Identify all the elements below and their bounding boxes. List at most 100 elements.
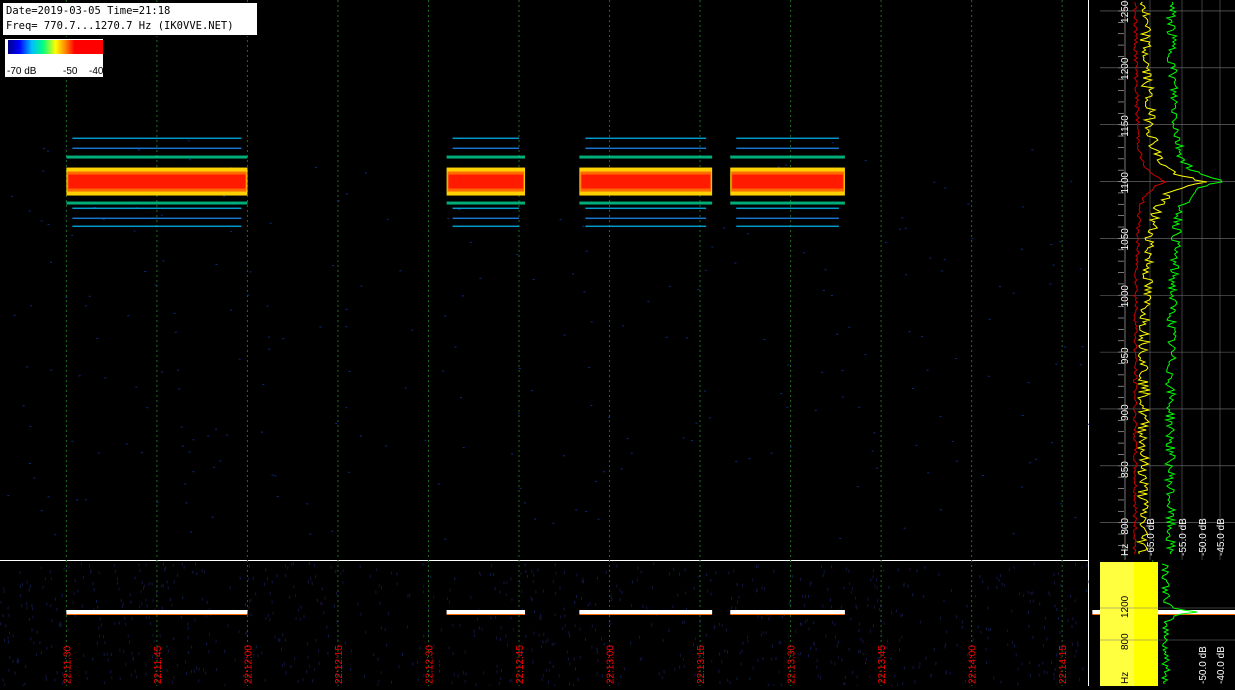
sideband [736,138,839,140]
noise-dot [1056,608,1057,611]
noise-dot [798,653,799,656]
noise-dot [1007,629,1008,632]
noise-dot [285,639,286,642]
noise-dot [465,650,466,653]
noise-dot [823,574,824,577]
noise-speckle [126,444,128,445]
frequency-tick-label: 850 [1120,461,1131,478]
sideband [66,202,247,205]
noise-dot [465,680,466,683]
noise-dot [365,631,366,634]
noise-dot [160,634,161,637]
noise-speckle [71,441,73,442]
noise-dot [203,668,204,671]
noise-dot [873,569,874,572]
noise-speckle [462,295,464,296]
noise-dot [230,586,231,589]
noise-dot [188,636,189,639]
noise-speckle [857,486,859,487]
noise-dot [20,585,21,588]
noise-dot [611,597,612,600]
strip-trace [730,610,845,614]
noise-dot [841,658,842,661]
noise-dot [835,662,836,665]
noise-dot [693,643,694,646]
noise-dot [75,579,76,582]
noise-dot [1047,671,1048,674]
noise-dot [51,577,52,580]
noise-dot [342,581,343,584]
noise-dot [345,642,346,645]
noise-dot [507,644,508,647]
noise-dot [249,564,250,567]
noise-dot [641,571,642,574]
frequency-tick-label: 950 [1120,347,1131,364]
noise-dot [454,673,455,676]
noise-speckle [586,251,588,252]
noise-dot [351,650,352,653]
noise-dot [46,647,47,650]
noise-dot [358,602,359,605]
noise-speckle [163,260,165,261]
noise-dot [224,650,225,653]
noise-speckle [941,270,943,271]
sideband [72,138,241,140]
noise-dot [270,592,271,595]
noise-dot [549,669,550,672]
strip-panel-shade [1100,562,1134,686]
noise-dot [946,630,947,633]
noise-speckle [277,496,279,497]
noise-dot [153,634,154,637]
noise-dot [764,588,765,591]
noise-speckle [399,270,401,271]
noise-dot [761,586,762,589]
noise-dot [391,572,392,575]
noise-dot [360,613,361,616]
noise-dot [135,577,136,580]
noise-dot [451,681,452,684]
noise-dot [569,683,570,686]
noise-dot [920,621,921,624]
noise-dot [569,662,570,665]
noise-speckle [385,446,387,447]
noise-dot [184,566,185,569]
noise-speckle [823,290,825,291]
noise-dot [553,665,554,668]
noise-dot [624,667,625,670]
noise-dot [646,606,647,609]
sideband [453,148,519,150]
noise-dot [122,605,123,608]
noise-dot [177,664,178,667]
noise-dot [805,595,806,598]
color-gradient [8,40,103,54]
noise-dot [340,572,341,575]
noise-dot [574,657,575,660]
noise-dot [808,595,809,598]
noise-dot [652,586,653,589]
noise-dot [632,580,633,583]
sideband [585,138,706,140]
noise-dot [541,645,542,648]
noise-speckle [691,440,693,441]
noise-dot [950,672,951,675]
noise-dot [162,607,163,610]
noise-speckle [519,368,521,369]
noise-speckle [999,286,1001,287]
noise-dot [758,659,759,662]
noise-dot [844,587,845,590]
noise-dot [827,588,828,591]
noise-dot [773,570,774,573]
noise-dot [123,650,124,653]
noise-dot [870,579,871,582]
noise-dot [287,567,288,570]
noise-dot [742,584,743,587]
noise-dot [1054,573,1055,576]
noise-dot [381,586,382,589]
noise-dot [1046,638,1047,641]
noise-dot [17,658,18,661]
noise-speckle [306,503,308,504]
noise-speckle [967,204,969,205]
noise-speckle [572,273,574,274]
noise-dot [590,602,591,605]
noise-speckle [683,437,685,438]
